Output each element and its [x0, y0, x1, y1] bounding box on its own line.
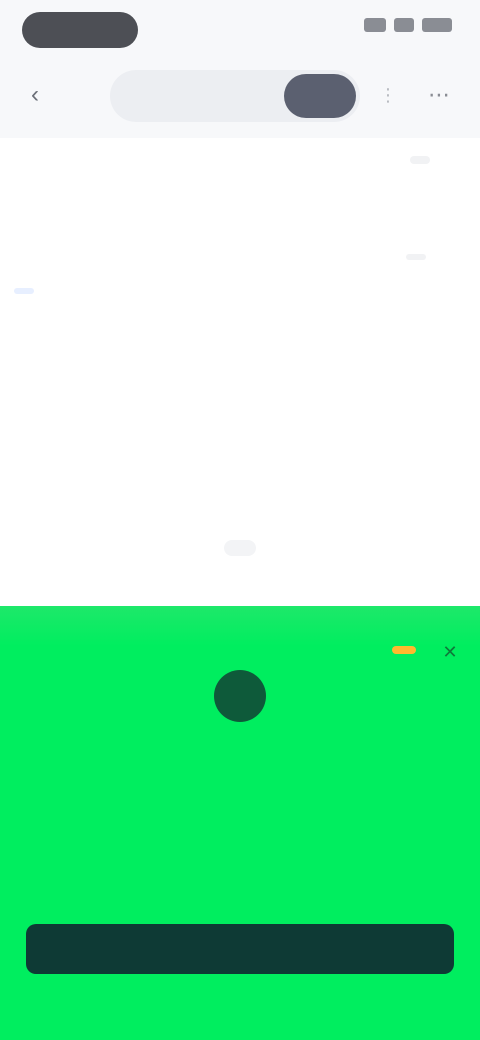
share-icon[interactable]: ⋮ — [378, 82, 398, 108]
status-icons — [364, 18, 452, 32]
view-switcher — [110, 70, 360, 122]
tab-segment-1[interactable] — [114, 74, 284, 118]
promo-avatar — [214, 670, 266, 722]
promo-sheet: ✕ — [0, 606, 480, 1040]
battery-icon — [422, 18, 452, 32]
market-link-chip[interactable] — [14, 288, 34, 294]
market-meta-right — [406, 254, 426, 260]
footer-link[interactable] — [224, 540, 256, 556]
status-badge — [410, 156, 430, 164]
status-bar — [0, 0, 480, 56]
app-screen: ‹ ⋮ ⋯ ✕ — [0, 0, 480, 1040]
more-icon[interactable]: ⋯ — [426, 82, 452, 108]
status-time-pill — [22, 12, 138, 48]
wifi-icon — [394, 18, 414, 32]
chevron-left-icon[interactable]: ‹ — [22, 82, 48, 108]
market-meta-row — [14, 254, 466, 278]
cta-button[interactable] — [26, 924, 454, 974]
close-icon[interactable]: ✕ — [436, 638, 464, 666]
top-nav: ‹ ⋮ ⋯ — [0, 56, 480, 138]
signal-icon — [364, 18, 386, 32]
tab-segment-2[interactable] — [284, 74, 356, 118]
market-content — [0, 138, 480, 608]
promo-tag — [392, 646, 416, 654]
